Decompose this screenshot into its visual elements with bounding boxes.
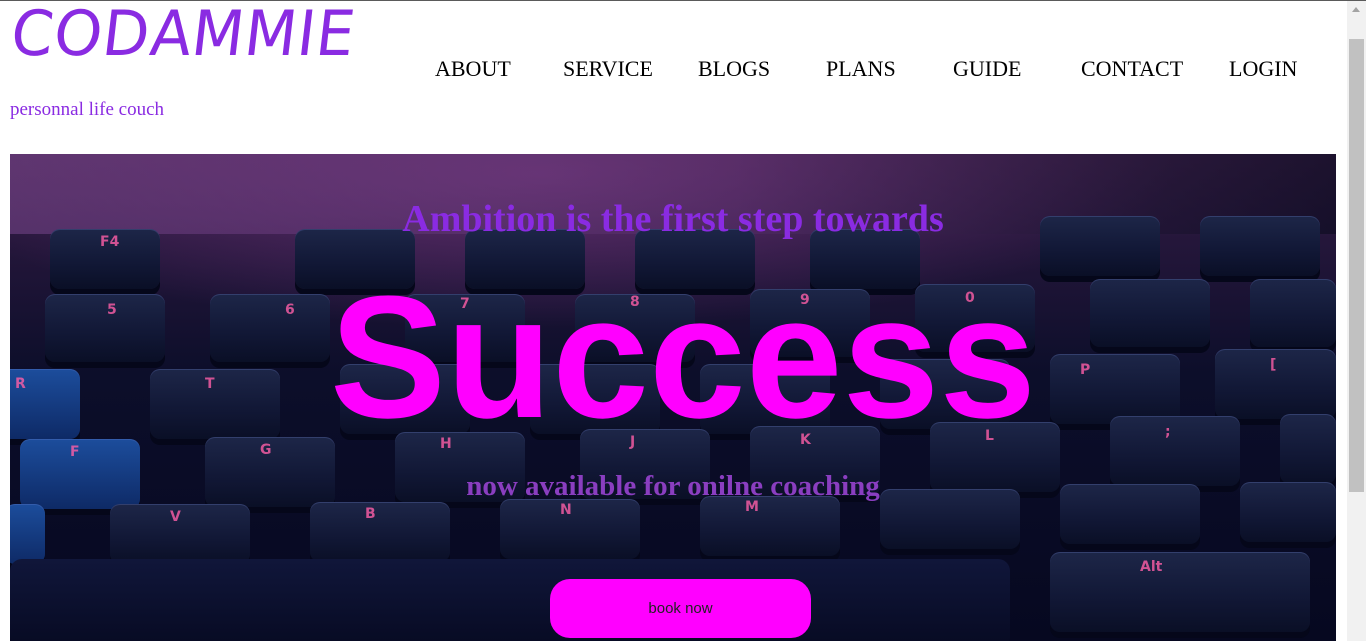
hero-big-word: Success [329,259,1037,454]
hero-banner: F4 5 6 7 8 9 0 R T P [ F G H J K L ; V B… [10,154,1336,641]
book-now-button[interactable]: book now [550,579,811,638]
hero-subline: now available for onilne coaching [466,470,880,502]
main-nav: ABOUT SERVICE BLOGS PLANS GUIDE CONTACT … [0,56,1340,82]
scroll-up-arrow-icon[interactable] [1352,7,1360,12]
nav-item-plans[interactable]: PLANS [826,56,896,82]
nav-item-blogs[interactable]: BLOGS [698,56,770,82]
nav-item-about[interactable]: ABOUT [435,56,511,82]
nav-item-contact[interactable]: CONTACT [1081,56,1183,82]
vertical-scrollbar[interactable] [1347,1,1366,641]
hero-headline: Ambition is the first step towards [402,198,944,240]
nav-item-guide[interactable]: GUIDE [953,56,1021,82]
nav-item-service[interactable]: SERVICE [563,56,653,82]
nav-item-login[interactable]: LOGIN [1229,56,1297,82]
site-tagline: personnal life couch [10,99,165,120]
scroll-thumb[interactable] [1349,39,1364,492]
